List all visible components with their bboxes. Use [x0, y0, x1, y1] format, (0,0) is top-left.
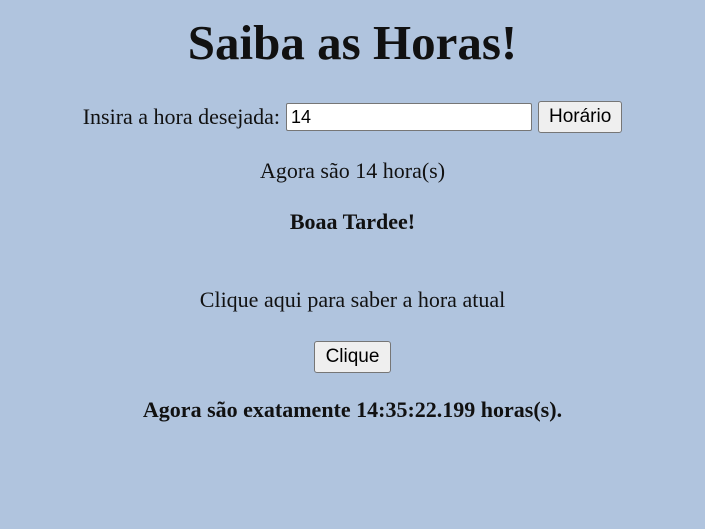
- current-time-hint: Clique aqui para saber a hora atual: [199, 287, 506, 312]
- horario-button[interactable]: Horário: [537, 101, 623, 133]
- hour-form: Insira a hora desejada: Horário: [0, 101, 705, 133]
- current-time-text: Agora são exatamente 14:35:22.199 horas(…: [142, 397, 563, 422]
- hour-input-label: Insira a hora desejada:: [82, 104, 280, 129]
- hour-result-text: Agora são 14 hora(s): [259, 158, 446, 183]
- hour-input[interactable]: [285, 103, 532, 131]
- clique-button[interactable]: Clique: [313, 341, 392, 373]
- current-time-button-row: Clique: [0, 340, 705, 373]
- page-title: Saiba as Horas!: [187, 15, 518, 70]
- greeting-text: Boaa Tardee!: [289, 209, 416, 234]
